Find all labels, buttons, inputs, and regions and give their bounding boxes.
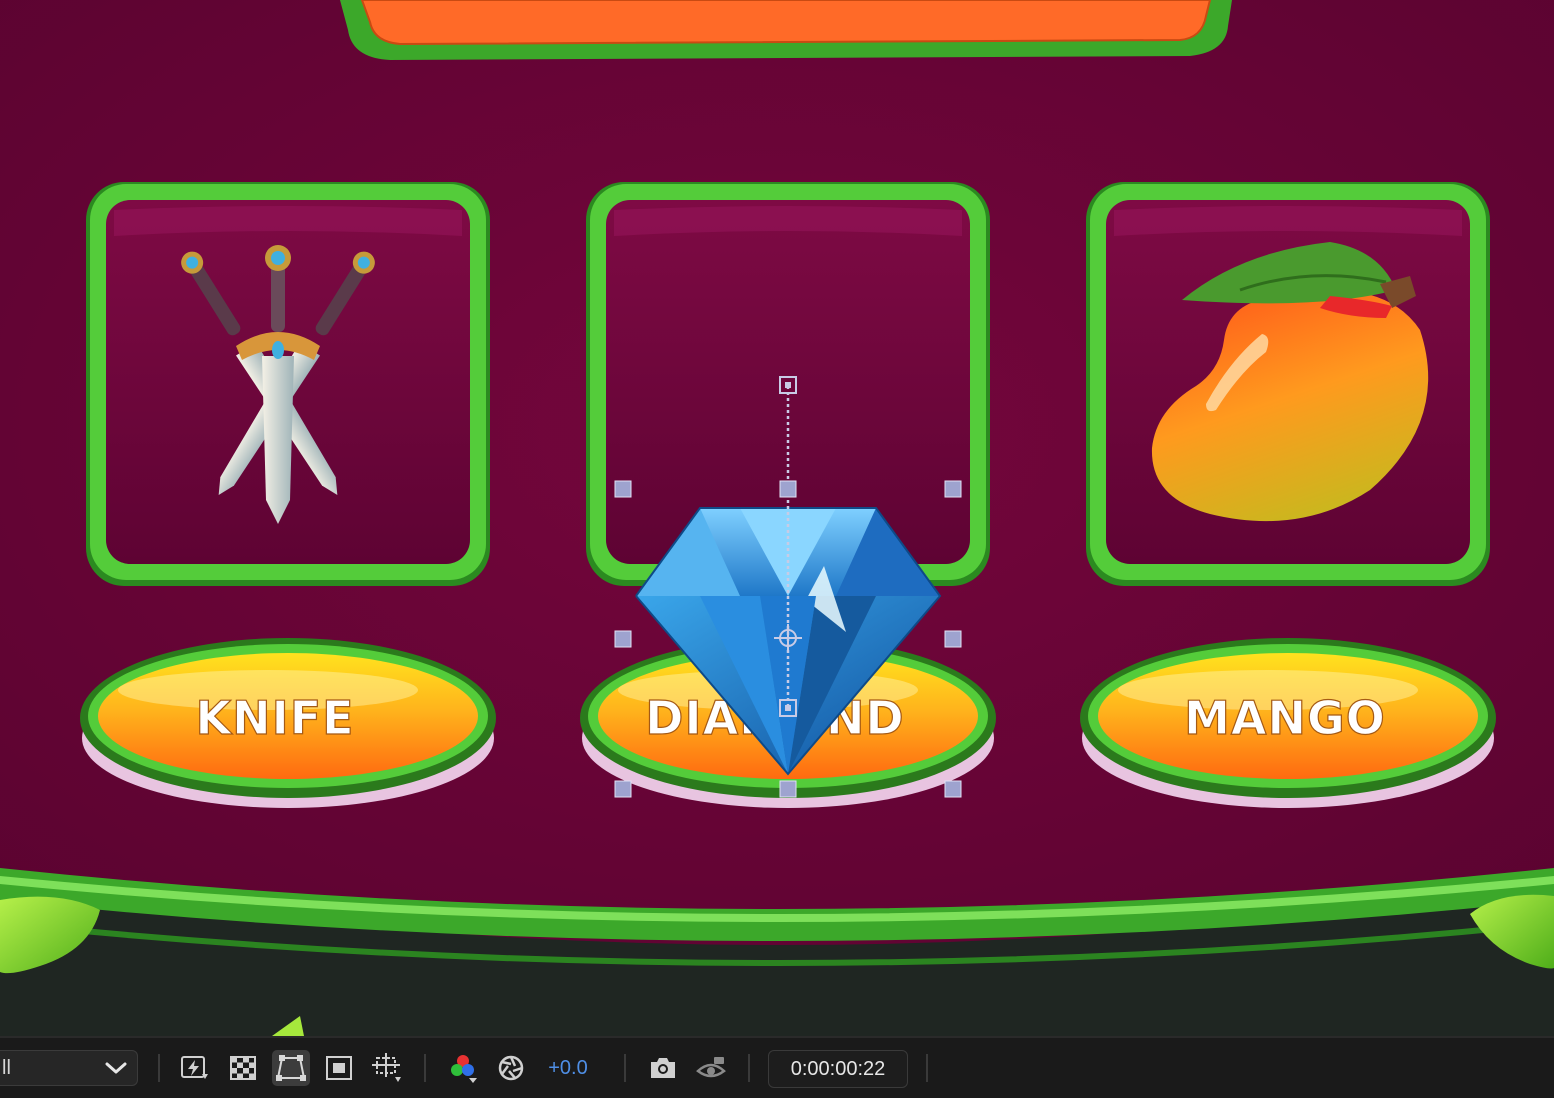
- viewer-toolbar: ll +0.0 0:00:00:22: [0, 1036, 1554, 1098]
- toolbar-separator: [926, 1054, 928, 1082]
- handle-bottom-left[interactable]: [614, 780, 632, 798]
- handle-bottom-right[interactable]: [944, 780, 962, 798]
- reset-exposure-button[interactable]: [492, 1050, 530, 1086]
- fast-previews-icon: [180, 1054, 210, 1082]
- grid-guides-button[interactable]: [368, 1050, 406, 1086]
- toolbar-separator: [158, 1054, 160, 1082]
- slot-knife[interactable]: [86, 182, 490, 586]
- handle-bottom-center[interactable]: [779, 780, 797, 798]
- slot-mango[interactable]: [1086, 182, 1490, 586]
- region-of-interest-button[interactable]: [320, 1050, 358, 1086]
- toolbar-separator: [624, 1054, 626, 1082]
- exposure-icon: [497, 1054, 525, 1082]
- mask-path-visibility-button[interactable]: [272, 1050, 310, 1086]
- grid-guides-icon: [371, 1053, 403, 1083]
- resolution-dropdown[interactable]: ll: [0, 1050, 138, 1086]
- mask-visibility-icon: [276, 1054, 306, 1082]
- chevron-down-icon: [105, 1061, 127, 1075]
- label-text-mango: MANGO: [1184, 691, 1386, 745]
- resolution-value: ll: [2, 1056, 11, 1079]
- snapshot-button[interactable]: [644, 1050, 682, 1086]
- exposure-value[interactable]: +0.0: [540, 1050, 596, 1086]
- show-channel-button[interactable]: [444, 1050, 482, 1086]
- region-of-interest-icon: [325, 1055, 353, 1081]
- handle-middle-right[interactable]: [944, 630, 962, 648]
- rgb-channel-icon: [448, 1053, 478, 1083]
- handle-top-center[interactable]: [779, 480, 797, 498]
- composition-viewer[interactable]: KNIFE DIAMOND MANGO: [0, 0, 1554, 1036]
- toolbar-separator: [424, 1054, 426, 1082]
- toolbar-separator: [748, 1054, 750, 1082]
- handle-top-left[interactable]: [614, 480, 632, 498]
- label-text-knife: KNIFE: [195, 691, 354, 745]
- handle-top-right[interactable]: [944, 480, 962, 498]
- handle-middle-left[interactable]: [614, 630, 632, 648]
- fast-previews-button[interactable]: [176, 1050, 214, 1086]
- current-time-display[interactable]: 0:00:00:22: [768, 1050, 908, 1088]
- show-snapshot-icon: [696, 1055, 726, 1081]
- camera-icon: [648, 1056, 678, 1080]
- label-pill-knife[interactable]: KNIFE: [80, 638, 496, 808]
- show-snapshot-button[interactable]: [692, 1050, 730, 1086]
- label-pill-mango[interactable]: MANGO: [1080, 638, 1496, 808]
- transparency-grid-button[interactable]: [224, 1050, 262, 1086]
- top-banner: [340, 0, 1232, 60]
- transparency-grid-icon: [229, 1055, 257, 1081]
